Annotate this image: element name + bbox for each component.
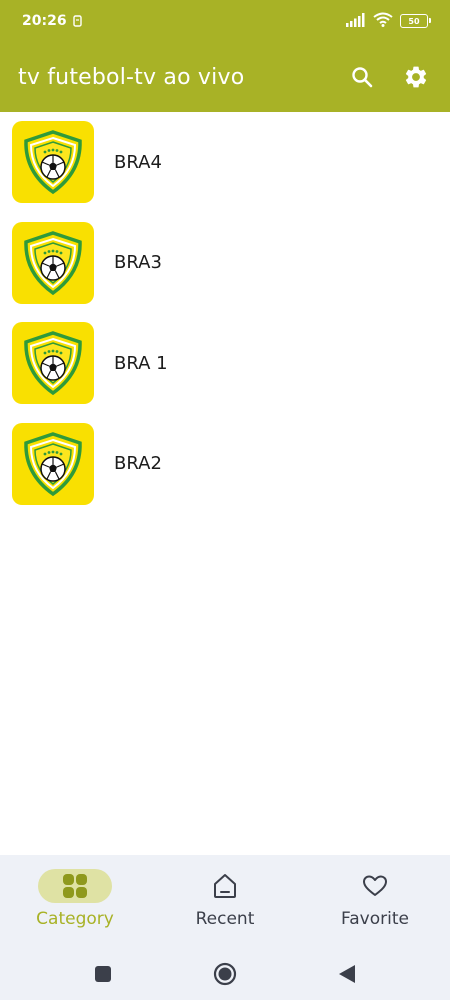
status-bar: 20:26 50 — [0, 0, 450, 42]
settings-button[interactable] — [400, 61, 432, 93]
app-title: tv futebol-tv ao vivo — [18, 64, 245, 90]
channel-name: BRA3 — [114, 252, 162, 274]
wifi-icon — [373, 12, 393, 31]
bottom-nav: Category Recent Favorite — [0, 855, 450, 948]
shield-soccer-logo-icon — [12, 322, 94, 405]
gear-icon — [405, 66, 427, 88]
grid-icon — [63, 874, 87, 898]
app-bar: tv futebol-tv ao vivo — [0, 42, 450, 112]
channel-item[interactable]: BRA3 — [0, 213, 450, 314]
nav-item-recent[interactable]: Recent — [150, 855, 300, 948]
shield-soccer-logo-icon — [12, 121, 94, 204]
shield-soccer-logo-icon — [12, 422, 94, 505]
shield-soccer-logo-icon — [12, 221, 94, 304]
square-icon — [95, 966, 111, 982]
channel-item[interactable]: BRA2 — [0, 414, 450, 515]
nav-label: Category — [36, 909, 114, 929]
circle-icon — [213, 962, 237, 986]
channel-item[interactable]: BRA 1 — [0, 313, 450, 414]
nav-item-category[interactable]: Category — [0, 855, 150, 948]
channel-name: BRA 1 — [114, 352, 168, 374]
nav-label: Recent — [195, 909, 255, 929]
nav-item-favorite[interactable]: Favorite — [300, 855, 450, 948]
search-icon — [352, 67, 373, 88]
signal-icon — [346, 12, 366, 31]
search-button[interactable] — [346, 61, 378, 93]
recents-button[interactable] — [83, 954, 123, 994]
battery-icon: 50 — [400, 14, 431, 28]
channel-name: BRA2 — [114, 453, 162, 475]
heart-icon — [363, 875, 387, 896]
nav-indicator — [188, 869, 262, 903]
triangle-back-icon — [339, 965, 355, 983]
system-nav-bar — [0, 948, 450, 1000]
notification-icon — [72, 14, 83, 28]
back-button[interactable] — [327, 954, 367, 994]
nav-indicator — [38, 869, 112, 903]
home-icon — [214, 874, 236, 898]
channel-name: BRA4 — [114, 151, 162, 173]
channel-item[interactable]: BRA4 — [0, 112, 450, 213]
home-button[interactable] — [205, 954, 245, 994]
nav-label: Favorite — [341, 909, 409, 929]
nav-indicator — [338, 869, 412, 903]
status-time: 20:26 — [22, 13, 67, 29]
battery-level: 50 — [408, 16, 420, 26]
channel-list: BRA4 BRA3 BRA 1 BRA2 — [0, 112, 450, 514]
